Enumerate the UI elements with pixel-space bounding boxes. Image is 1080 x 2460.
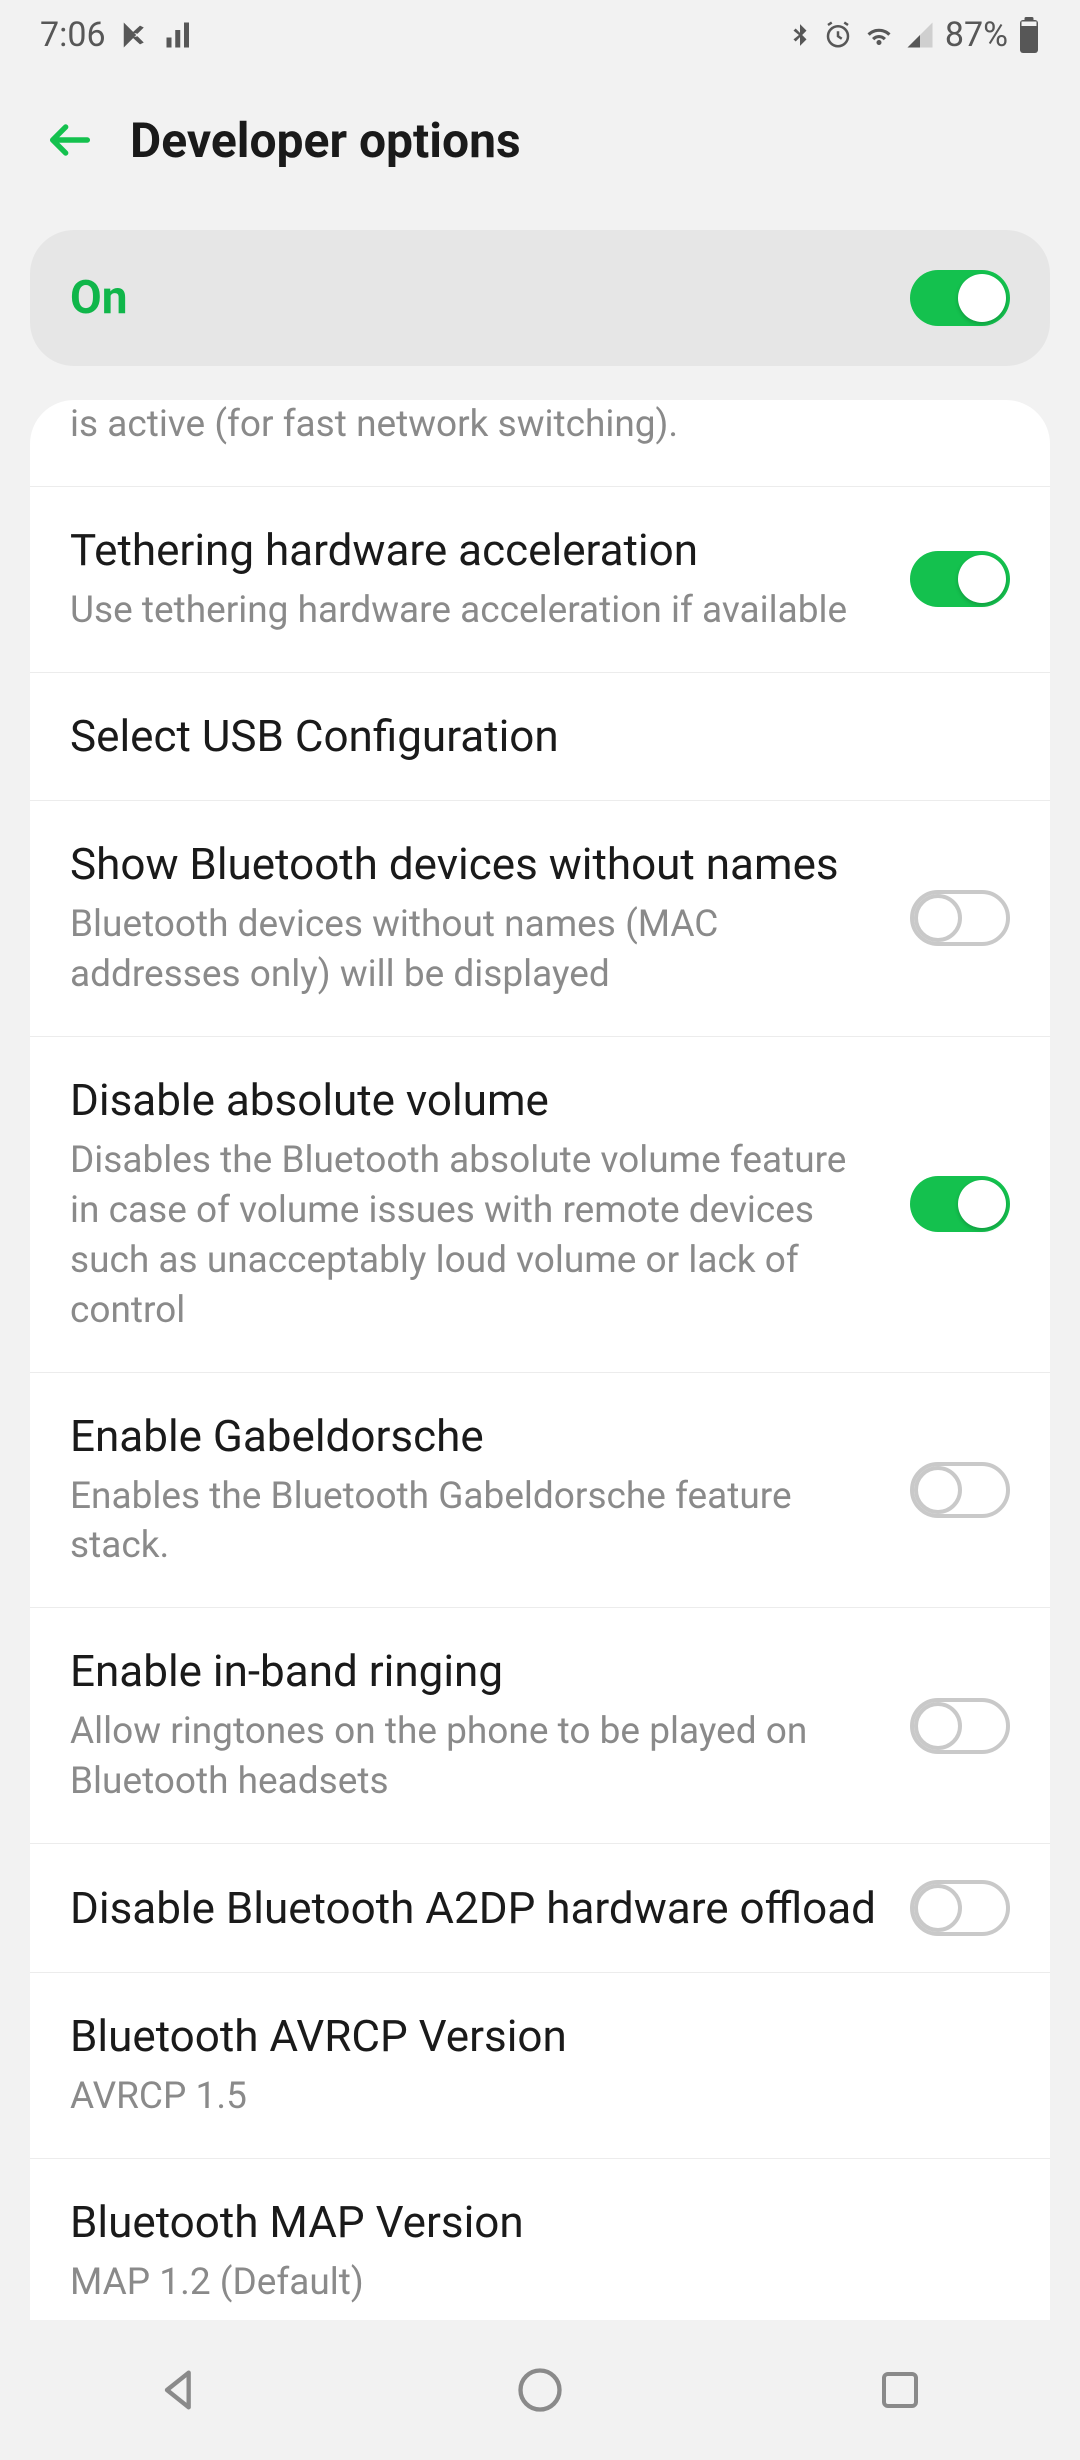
battery-text: 87% bbox=[945, 15, 1008, 55]
toggle-disable-a2dp-hw-offload[interactable] bbox=[910, 1880, 1010, 1936]
nav-recents-button[interactable] bbox=[840, 2350, 960, 2430]
battery-icon bbox=[1018, 17, 1040, 53]
master-toggle[interactable] bbox=[910, 270, 1010, 326]
row-subtitle: Bluetooth devices without names (MAC add… bbox=[70, 900, 882, 1000]
row-subtitle: Use tethering hardware acceleration if a… bbox=[70, 586, 882, 636]
row-subtitle: Disables the Bluetooth absolute volume f… bbox=[70, 1136, 882, 1336]
row-enable-inband-ringing[interactable]: Enable in-band ringing Allow ringtones o… bbox=[30, 1607, 1050, 1843]
toggle-show-bt-no-names[interactable] bbox=[910, 890, 1010, 946]
row-title: Disable Bluetooth A2DP hardware offload bbox=[70, 1881, 882, 1936]
signal-bars-icon bbox=[164, 20, 194, 50]
row-subtitle: Enables the Bluetooth Gabeldorsche featu… bbox=[70, 1472, 882, 1572]
alarm-icon bbox=[823, 20, 853, 50]
row-bt-avrcp-version[interactable]: Bluetooth AVRCP Version AVRCP 1.5 bbox=[30, 1972, 1050, 2158]
toggle-tethering-hw-accel[interactable] bbox=[910, 551, 1010, 607]
app-bar: Developer options bbox=[0, 70, 1080, 230]
status-bar: 7:06 87% bbox=[0, 0, 1080, 70]
row-subtitle: Allow ringtones on the phone to be playe… bbox=[70, 1707, 882, 1807]
row-disable-a2dp-hw-offload[interactable]: Disable Bluetooth A2DP hardware offload bbox=[30, 1843, 1050, 1972]
status-time: 7:06 bbox=[40, 15, 106, 55]
square-recents-icon bbox=[876, 2366, 924, 2414]
toggle-enable-gabeldorsche[interactable] bbox=[910, 1462, 1010, 1518]
settings-list: is active (for fast network switching). … bbox=[30, 400, 1050, 2442]
row-title: Enable Gabeldorsche bbox=[70, 1409, 882, 1464]
row-disable-absolute-volume[interactable]: Disable absolute volume Disables the Blu… bbox=[30, 1036, 1050, 1372]
wifi-icon bbox=[863, 20, 895, 50]
row-title: Bluetooth MAP Version bbox=[70, 2195, 1010, 2250]
page-title: Developer options bbox=[130, 112, 521, 169]
toggle-disable-absolute-volume[interactable] bbox=[910, 1176, 1010, 1232]
row-title: Select USB Configuration bbox=[70, 709, 1010, 764]
back-button[interactable] bbox=[40, 110, 100, 170]
partial-row-subtitle: is active (for fast network switching). bbox=[30, 400, 1050, 486]
row-subtitle: AVRCP 1.5 bbox=[70, 2072, 1010, 2122]
row-title: Tethering hardware acceleration bbox=[70, 523, 882, 578]
circle-home-icon bbox=[514, 2364, 566, 2416]
row-title: Disable absolute volume bbox=[70, 1073, 882, 1128]
toggle-enable-inband-ringing[interactable] bbox=[910, 1698, 1010, 1754]
master-toggle-row[interactable]: On bbox=[30, 230, 1050, 366]
nav-back-button[interactable] bbox=[120, 2350, 240, 2430]
row-title: Enable in-band ringing bbox=[70, 1644, 882, 1699]
row-tethering-hw-accel[interactable]: Tethering hardware acceleration Use teth… bbox=[30, 486, 1050, 672]
master-toggle-label: On bbox=[70, 271, 128, 325]
row-title: Bluetooth AVRCP Version bbox=[70, 2009, 1010, 2064]
row-subtitle: MAP 1.2 (Default) bbox=[70, 2258, 1010, 2308]
triangle-back-icon bbox=[154, 2364, 206, 2416]
row-enable-gabeldorsche[interactable]: Enable Gabeldorsche Enables the Bluetoot… bbox=[30, 1372, 1050, 1608]
row-select-usb-config[interactable]: Select USB Configuration bbox=[30, 672, 1050, 800]
navigation-bar bbox=[0, 2320, 1080, 2460]
row-show-bt-no-names[interactable]: Show Bluetooth devices without names Blu… bbox=[30, 800, 1050, 1036]
row-title: Show Bluetooth devices without names bbox=[70, 837, 882, 892]
cell-signal-icon bbox=[905, 20, 935, 50]
row-bt-map-version[interactable]: Bluetooth MAP Version MAP 1.2 (Default) bbox=[30, 2158, 1050, 2344]
nav-home-button[interactable] bbox=[480, 2350, 600, 2430]
arrow-left-icon bbox=[44, 114, 96, 166]
play-store-icon bbox=[120, 20, 150, 50]
bluetooth-icon bbox=[787, 20, 813, 50]
